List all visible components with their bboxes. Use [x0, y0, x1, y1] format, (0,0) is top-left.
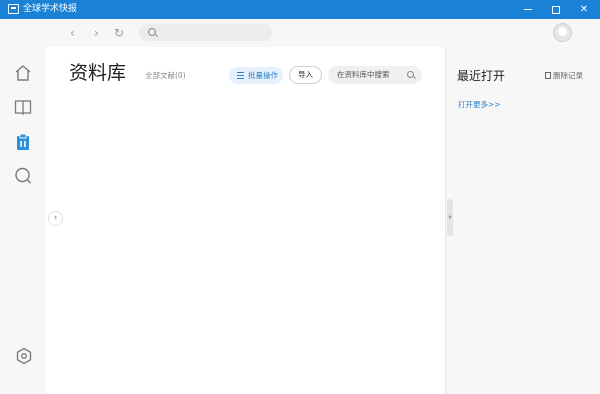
library-icon[interactable] [14, 133, 32, 151]
expand-sidebar-button[interactable]: › [48, 211, 63, 226]
global-search-input[interactable] [139, 24, 272, 41]
search-icon [407, 71, 414, 78]
discover-icon-glyph [15, 167, 31, 184]
settings-icon[interactable] [14, 347, 32, 365]
forward-button[interactable]: › [94, 25, 99, 41]
back-button[interactable]: ‹ [70, 25, 75, 41]
document-count-filter[interactable]: 全部文献(0) [145, 71, 186, 81]
list-icon [237, 72, 244, 79]
open-more-link[interactable]: 打开更多>> [458, 100, 501, 110]
book-icon[interactable] [14, 98, 32, 116]
library-icon-glyph [17, 133, 29, 150]
app-logo-icon [8, 4, 19, 14]
settings-icon-glyph [16, 347, 32, 365]
home-icon-glyph [15, 65, 31, 81]
library-main-panel: 资料库 全部文献(0) 批量操作 导入 在资料库中搜索 › [46, 47, 445, 394]
close-icon: ✕ [579, 4, 589, 15]
minimize-button[interactable] [514, 0, 542, 19]
maximize-button[interactable] [542, 0, 570, 19]
search-icon [148, 28, 156, 36]
close-button[interactable]: ✕ [570, 0, 598, 19]
recent-panel: 最近打开 删除记录 打开更多>> [446, 47, 600, 394]
maximize-icon [552, 5, 560, 14]
book-icon-glyph [14, 100, 32, 116]
title-bar: 全球学术快报 ✕ [0, 0, 600, 19]
top-nav-bar: ‹ › ↻ [0, 19, 600, 47]
batch-operation-label: 批量操作 [248, 71, 278, 80]
recent-title: 最近打开 [457, 69, 506, 83]
trash-icon [545, 72, 551, 79]
import-button[interactable]: 导入 [289, 66, 322, 84]
home-icon[interactable] [14, 64, 32, 82]
collapse-panel-handle[interactable] [447, 199, 453, 236]
minimize-icon [524, 9, 532, 10]
page-title: 资料库 [69, 62, 127, 84]
library-search-input[interactable]: 在资料库中搜索 [328, 66, 422, 84]
clear-history-button[interactable]: 删除记录 [545, 71, 583, 81]
refresh-button[interactable]: ↻ [114, 25, 124, 41]
clear-history-label: 删除记录 [553, 71, 583, 80]
discover-icon[interactable] [14, 167, 32, 185]
sidebar [0, 47, 46, 394]
batch-operation-button[interactable]: 批量操作 [229, 67, 283, 84]
window-title: 全球学术快报 [23, 4, 78, 14]
user-avatar[interactable] [553, 23, 572, 42]
library-search-placeholder: 在资料库中搜索 [337, 70, 390, 79]
